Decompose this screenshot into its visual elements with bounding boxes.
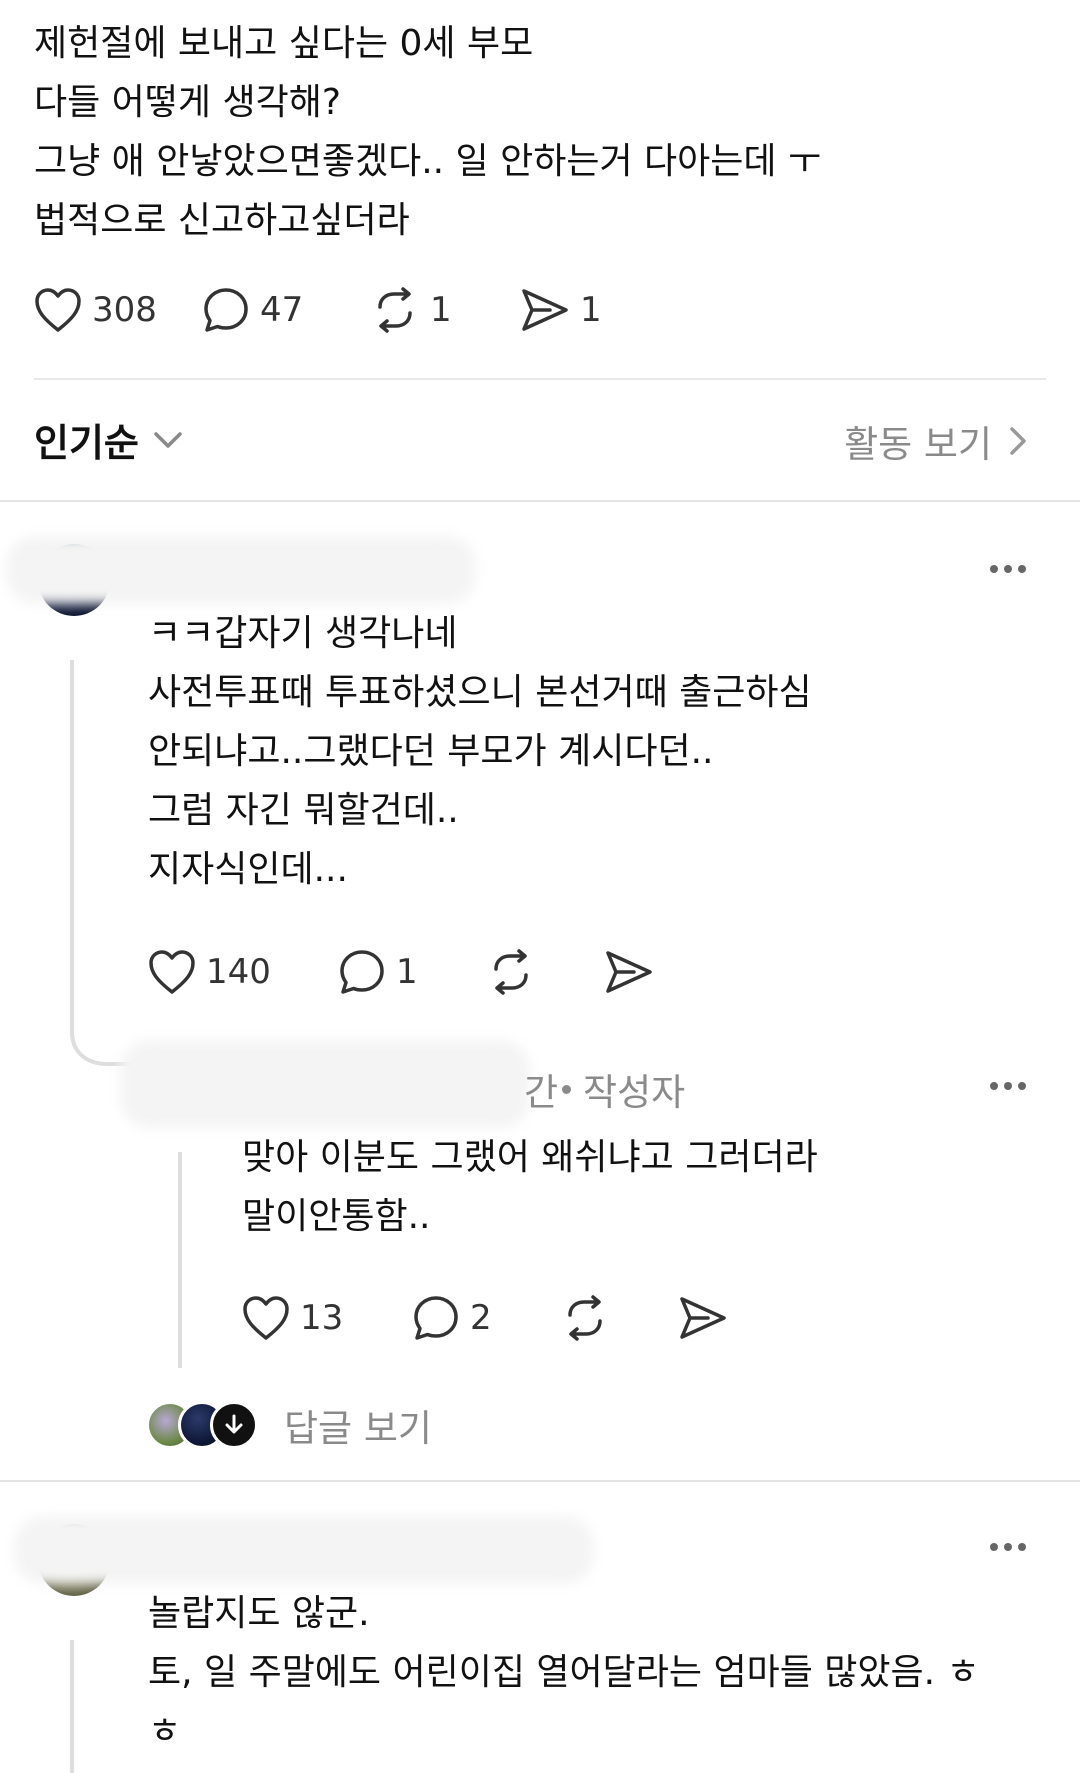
view-replies-link[interactable]: 답글 보기 [284,1398,432,1452]
chevron-down-icon [154,431,182,448]
like-count: 140 [206,952,271,992]
thread-line [70,660,74,1030]
arrow-down-icon [210,1401,258,1449]
post-line: 법적으로 신고하고싶더라 [34,200,410,241]
author-tag-row: 간 작성자 [524,1062,685,1116]
share-button[interactable] [604,949,654,995]
comment-body: ㅋㅋ갑자기 생각나네 사전투표때 투표하셨으니 본선거때 출근하심 안되냐고..… [148,604,812,899]
heart-icon [243,1296,289,1340]
comment-button[interactable]: 47 [202,286,370,334]
heart-icon [35,288,81,332]
heart-icon [149,950,195,994]
share-button[interactable]: 1 [520,287,602,333]
sort-selector[interactable]: 인기순 [34,412,185,467]
comment-line: ㅋㅋ갑자기 생각나네 [148,613,458,654]
like-count: 308 [92,290,157,330]
sort-label: 인기순 [34,421,139,465]
thread-line [70,1640,74,1773]
more-dots-icon[interactable] [990,1543,1026,1551]
like-button[interactable]: 140 [148,949,338,995]
chevron-right-icon [1010,427,1026,455]
post-actions: 308 47 1 1 [34,286,602,334]
share-button[interactable] [678,1295,728,1341]
section-divider [0,1480,1080,1482]
repost-button[interactable] [486,949,604,995]
comment-actions: 140 1 [148,948,654,996]
comment-count: 2 [470,1298,492,1338]
like-count: 13 [300,1298,344,1338]
reply-body: 맞아 이분도 그랬어 왜쉬냐고 그러더라 말이안통함.. [242,1128,818,1246]
share-count: 1 [580,290,602,330]
comment-line: 놀랍지도 않군. [148,1593,370,1634]
redacted-username [6,536,476,604]
send-icon [606,951,652,993]
comment-line: 토, 일 주말에도 어린이집 열어달라는 엄마들 많았음. ㅎ [148,1652,980,1693]
repost-count: 1 [430,290,452,330]
repost-button[interactable] [560,1295,678,1341]
redacted-username [14,1516,594,1584]
view-activity-link[interactable]: 활동 보기 [844,414,1030,468]
comment-bubble-icon [204,288,248,332]
reply-line: 말이안통함.. [242,1196,431,1237]
comment-line: ㅎ [148,1711,182,1752]
reply-line: 맞아 이분도 그랬어 왜쉬냐고 그러더라 [242,1137,818,1178]
username-fragment: 간 [524,1071,559,1114]
post-line: 다들 어떻게 생각해? [34,82,341,123]
author-badge: 작성자 [583,1071,686,1114]
comment-button[interactable]: 1 [338,948,486,996]
comment-line: 안되냐고..그랬다던 부모가 계시다던.. [148,731,714,772]
comment-bubble-icon [414,1296,458,1340]
comment-count: 1 [396,952,418,992]
more-dots-icon[interactable] [990,565,1026,573]
like-button[interactable]: 308 [34,287,202,333]
separator-dot [562,1084,572,1094]
reply-actions: 13 2 [242,1294,728,1342]
post-line: 그냥 애 안낳았으면좋겠다.. 일 안하는거 다아는데 ㅜ [34,141,822,182]
send-icon [522,289,568,331]
comment-line: 사전투표때 투표하셨으니 본선거때 출근하심 [148,672,812,713]
comment-line: 지자식인데... [148,849,348,890]
activity-label: 활동 보기 [844,423,992,466]
comment-line: 그럼 자긴 뭐할건데.. [148,790,459,831]
divider [34,378,1046,380]
repost-icon [568,1295,602,1341]
post-body: 제헌절에 보내고 싶다는 0세 부모 다들 어떻게 생각해? 그냥 애 안낳았으… [34,14,1034,250]
thread-line [178,1152,182,1368]
repost-icon [378,287,412,333]
repost-button[interactable]: 1 [370,287,520,333]
comment-body: 놀랍지도 않군. 토, 일 주말에도 어린이집 열어달라는 엄마들 많았음. ㅎ… [148,1584,980,1761]
send-icon [680,1297,726,1339]
post-line: 제헌절에 보내고 싶다는 0세 부모 [34,23,534,64]
redacted-username [120,1040,530,1128]
more-dots-icon[interactable] [990,1082,1026,1090]
comment-count: 47 [260,290,304,330]
comment-bubble-icon [340,950,384,994]
repost-icon [494,949,528,995]
section-divider [0,500,1080,502]
comment-button[interactable]: 2 [412,1294,560,1342]
like-button[interactable]: 13 [242,1295,412,1341]
view-replies-row[interactable]: 답글 보기 [146,1398,432,1452]
